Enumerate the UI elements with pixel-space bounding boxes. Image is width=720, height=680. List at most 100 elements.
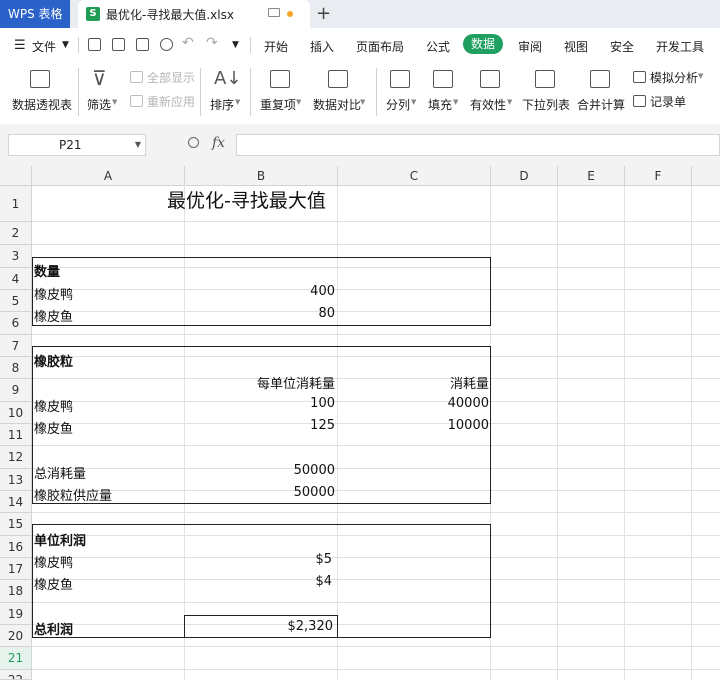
menu-bar: ☰ 文件 ▼ ↶ ↷ ▼ 开始 插入 页面布局 公式 数据 审阅 视图 安全 开… — [0, 28, 720, 62]
gridline — [32, 512, 720, 513]
cell-b6[interactable]: 80 — [186, 306, 335, 321]
cell-b17[interactable]: $5 — [186, 552, 332, 567]
row-header[interactable]: 10 — [0, 402, 32, 424]
validity-chevron-icon: ▼ — [507, 98, 513, 106]
row-header[interactable]: 16 — [0, 536, 32, 558]
row-header[interactable]: 12 — [0, 446, 32, 469]
new-tab-button[interactable]: + — [316, 3, 331, 24]
save-icon[interactable] — [88, 38, 101, 51]
cell-b13[interactable]: 50000 — [186, 463, 335, 478]
preview-icon[interactable] — [160, 38, 173, 51]
row-header[interactable]: 3 — [0, 245, 32, 268]
row-header[interactable]: 15 — [0, 513, 32, 536]
cell-b11[interactable]: 125 — [186, 418, 335, 433]
formula-input[interactable] — [236, 134, 720, 156]
gridline — [32, 221, 720, 222]
dropdown-list-icon — [535, 70, 555, 88]
cell-a6[interactable]: 橡皮鱼 — [34, 306, 73, 325]
what-if-chevron-icon[interactable]: ▼ — [698, 72, 703, 80]
cell-a13[interactable]: 总消耗量 — [34, 463, 86, 482]
tab-developer[interactable]: 开发工具 — [656, 38, 704, 55]
tab-view[interactable]: 视图 — [564, 38, 588, 55]
cell-a16[interactable]: 单位利润 — [34, 530, 86, 549]
row-header-selected[interactable]: 21 — [0, 647, 32, 670]
chevron-down-icon[interactable]: ▼ — [62, 40, 69, 50]
row-header[interactable]: 6 — [0, 312, 32, 335]
tab-security[interactable]: 安全 — [610, 38, 634, 55]
row-header[interactable]: 11 — [0, 424, 32, 446]
data-compare-label: 数据对比 — [313, 98, 362, 112]
cell-a14[interactable]: 橡胶粒供应量 — [34, 485, 112, 504]
hamburger-icon[interactable]: ☰ — [14, 38, 26, 53]
cell-c11[interactable]: 10000 — [339, 418, 489, 433]
column-header-f[interactable]: F — [625, 166, 692, 186]
row-header[interactable]: 9 — [0, 379, 32, 402]
select-all-corner[interactable] — [0, 166, 32, 186]
tab-start[interactable]: 开始 — [264, 38, 288, 55]
column-header-g[interactable] — [692, 166, 720, 186]
screen-icon[interactable] — [268, 8, 280, 17]
row-header[interactable]: 20 — [0, 625, 32, 647]
cell-a8[interactable]: 橡胶粒 — [34, 351, 73, 370]
what-if-analysis-button[interactable]: 模拟分析 — [650, 69, 698, 86]
cell-c9[interactable]: 消耗量 — [339, 373, 489, 392]
cell-a5[interactable]: 橡皮鸭 — [34, 284, 73, 303]
cell-a20[interactable]: 总利润 — [34, 619, 73, 638]
undo-icon[interactable]: ↶ — [182, 35, 194, 51]
row-header[interactable]: 4 — [0, 268, 32, 290]
document-tab[interactable]: S 最优化-寻找最大值.xlsx — [78, 0, 310, 28]
row-header[interactable]: 5 — [0, 290, 32, 312]
record-form-button[interactable]: 记录单 — [650, 93, 686, 110]
row-header[interactable]: 7 — [0, 335, 32, 357]
cell-a10[interactable]: 橡皮鸭 — [34, 396, 73, 415]
cell-a4[interactable]: 数量 — [34, 261, 60, 280]
name-box-chevron-icon[interactable]: ▼ — [135, 135, 141, 155]
row-header[interactable]: 13 — [0, 469, 32, 491]
column-header-b[interactable]: B — [185, 166, 338, 186]
row-header[interactable]: 1 — [0, 186, 32, 222]
column-header-a[interactable]: A — [32, 166, 185, 186]
cell-a18[interactable]: 橡皮鱼 — [34, 574, 73, 593]
row-header[interactable]: 22 — [0, 670, 32, 680]
show-all-button[interactable]: 全部显示 — [147, 69, 195, 86]
row-header[interactable]: 18 — [0, 580, 32, 603]
fx-icon[interactable]: fx — [212, 135, 225, 151]
row-header[interactable]: 17 — [0, 558, 32, 580]
tab-insert[interactable]: 插入 — [310, 38, 334, 55]
gridline — [32, 646, 720, 647]
cell-b20[interactable]: $2,320 — [186, 619, 334, 634]
more-chevron-icon[interactable]: ▼ — [232, 40, 239, 50]
file-menu[interactable]: 文件 — [32, 38, 56, 55]
cell-a17[interactable]: 橡皮鸭 — [34, 552, 73, 571]
redo-icon[interactable]: ↷ — [206, 35, 218, 51]
tab-page-layout[interactable]: 页面布局 — [356, 38, 404, 55]
reapply-icon — [130, 95, 143, 107]
cell-b10[interactable]: 100 — [186, 396, 335, 411]
dropdown-list-label: 下拉列表 — [522, 98, 571, 112]
cell-b9[interactable]: 每单位消耗量 — [186, 373, 335, 392]
cell-b18[interactable]: $4 — [186, 574, 332, 589]
print-icon[interactable] — [136, 38, 149, 51]
row-header[interactable]: 19 — [0, 603, 32, 625]
tab-data[interactable]: 数据 — [463, 34, 503, 54]
reapply-button[interactable]: 重新应用 — [147, 93, 195, 110]
row-header[interactable]: 2 — [0, 222, 32, 245]
app-menu-button[interactable]: WPS 表格 — [0, 0, 70, 28]
tab-review[interactable]: 审阅 — [518, 38, 542, 55]
column-header-c[interactable]: C — [338, 166, 491, 186]
export-icon[interactable] — [112, 38, 125, 51]
row-header[interactable]: 14 — [0, 491, 32, 513]
document-name: 最优化-寻找最大值.xlsx — [106, 8, 234, 22]
zoom-icon[interactable] — [188, 137, 199, 148]
cell-a11[interactable]: 橡皮鱼 — [34, 418, 73, 437]
column-header-d[interactable]: D — [491, 166, 558, 186]
tab-formula[interactable]: 公式 — [426, 38, 450, 55]
row-header[interactable]: 8 — [0, 357, 32, 379]
cell-b5[interactable]: 400 — [186, 284, 335, 299]
name-box[interactable]: P21 ▼ — [8, 134, 146, 156]
cell-c10[interactable]: 40000 — [339, 396, 489, 411]
cell-b14[interactable]: 50000 — [186, 485, 335, 500]
column-header-e[interactable]: E — [558, 166, 625, 186]
sheet-title[interactable]: 最优化-寻找最大值 — [167, 186, 326, 213]
split-column-icon — [390, 70, 410, 88]
